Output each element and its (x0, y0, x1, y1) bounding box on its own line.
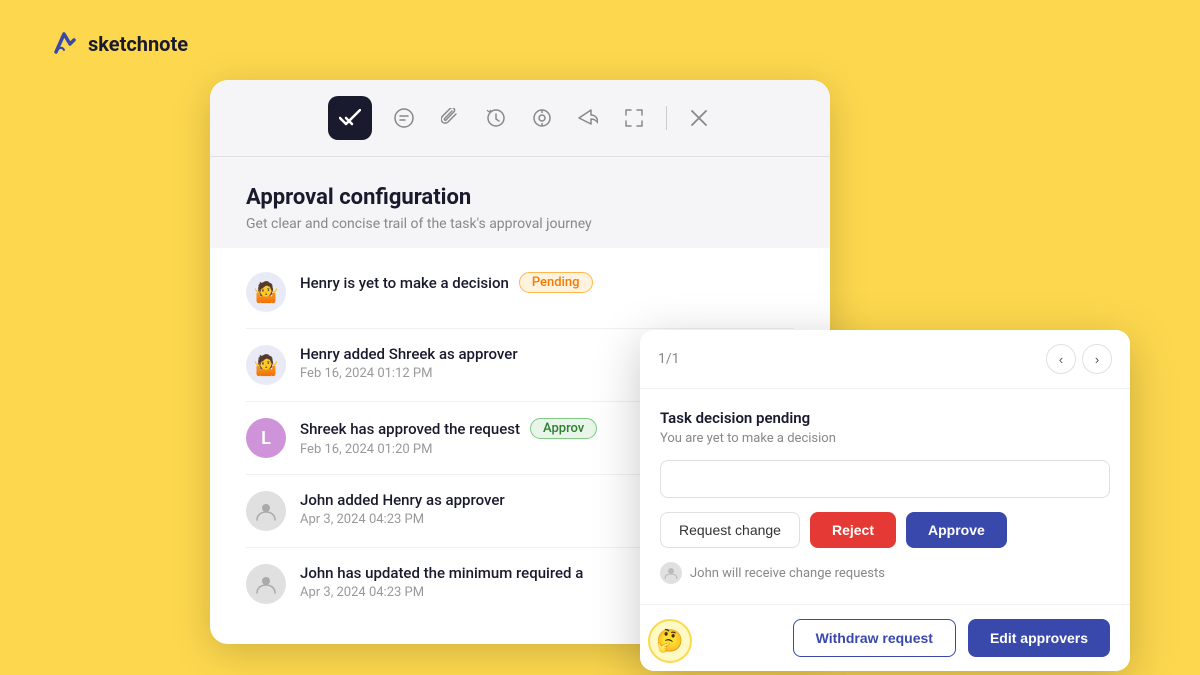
attachment-icon[interactable] (436, 104, 464, 132)
request-change-button[interactable]: Request change (660, 512, 800, 548)
logo-text: sketchnote (88, 32, 188, 56)
avatar: L (246, 418, 286, 458)
target-icon[interactable] (528, 104, 556, 132)
share-icon[interactable] (574, 104, 602, 132)
expand-icon[interactable] (620, 104, 648, 132)
panel-header: Approval configuration Get clear and con… (210, 157, 830, 248)
logo: sketchnote (48, 28, 188, 60)
history-icon[interactable] (482, 104, 510, 132)
small-avatar (660, 562, 682, 584)
status-badge: Approv (530, 418, 597, 439)
list-item: 🤷 Henry is yet to make a decision Pendin… (246, 256, 794, 329)
avatar (246, 564, 286, 604)
item-title: Henry added Shreek as approver (300, 345, 518, 363)
decision-input[interactable] (660, 460, 1110, 498)
popup-body: Task decision pending You are yet to mak… (640, 388, 1130, 604)
item-title: John added Henry as approver (300, 491, 505, 509)
approve-button[interactable]: Approve (906, 512, 1007, 548)
item-title: Henry is yet to make a decision (300, 274, 509, 292)
withdraw-request-button[interactable]: Withdraw request (793, 619, 956, 657)
prev-button[interactable]: ‹ (1046, 344, 1076, 374)
toolbar-check-icon[interactable] (328, 96, 372, 140)
panel-toolbar (210, 80, 830, 157)
comment-icon[interactable] (390, 104, 418, 132)
edit-approvers-button[interactable]: Edit approvers (968, 619, 1110, 657)
status-badge: Pending (519, 272, 593, 293)
avatar: 🤷 (246, 345, 286, 385)
popup-bottom-bar: Withdraw request Edit approvers (640, 604, 1130, 671)
next-button[interactable]: › (1082, 344, 1112, 374)
toolbar-divider (666, 106, 667, 130)
alert-title: Task decision pending (660, 409, 1110, 427)
popup-panel: 1/1 ‹ › Task decision pending You are ye… (640, 330, 1130, 671)
popup-nav-bar: 1/1 ‹ › (640, 330, 1130, 388)
popup-actions: Request change Reject Approve (660, 512, 1110, 548)
popup-nav-buttons: ‹ › (1046, 344, 1112, 374)
avatar (246, 491, 286, 531)
logo-icon (48, 28, 80, 60)
page-indicator: 1/1 (658, 351, 680, 367)
footer-note: John will receive change requests (660, 562, 1110, 584)
alert-subtitle: You are yet to make a decision (660, 431, 1110, 446)
item-title: John has updated the minimum required a (300, 564, 583, 582)
double-check-svg (339, 109, 361, 127)
footer-note-text: John will receive change requests (690, 566, 885, 581)
reject-button[interactable]: Reject (810, 512, 896, 548)
panel-title: Approval configuration (246, 185, 794, 210)
panel-subtitle: Get clear and concise trail of the task'… (246, 216, 794, 232)
popup-emoji-avatar: 🤔 (648, 619, 692, 663)
avatar: 🤷 (246, 272, 286, 312)
item-title: Shreek has approved the request (300, 420, 520, 438)
close-icon[interactable] (685, 104, 713, 132)
